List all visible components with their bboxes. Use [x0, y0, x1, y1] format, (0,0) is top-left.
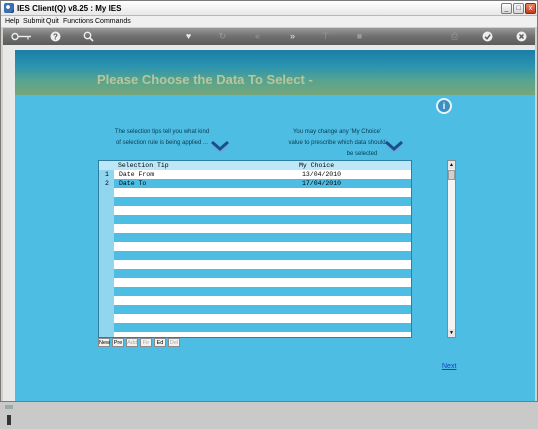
menu-commands[interactable]: Commands [95, 16, 131, 27]
tip-left: The selection tips tell you what kind of… [107, 127, 217, 149]
menu-quit[interactable]: Quit [46, 16, 59, 27]
page-title: Please Choose the Data To Select - [97, 72, 313, 87]
row-number: 1 [105, 171, 109, 178]
help-icon[interactable]: ? [50, 31, 61, 42]
table-row[interactable]: 2 Date To 17/04/2010 [105, 179, 411, 188]
menu-functions[interactable]: Functions [63, 16, 93, 27]
scroll-down-button[interactable]: ▼ [448, 329, 455, 337]
svg-text:?: ? [53, 32, 58, 41]
tip-left-line-1: The selection tips tell you what kind [114, 129, 210, 135]
rewind-icon[interactable]: « [252, 31, 263, 42]
tip-right-line-1: You may change any 'My Choice' [292, 129, 382, 135]
fast-forward-icon[interactable]: » [287, 31, 298, 42]
column-header-selection-tip[interactable]: Selection Tip [118, 161, 169, 170]
tip-right: You may change any 'My Choice' value to … [277, 127, 397, 160]
close-icon[interactable] [516, 31, 527, 42]
header-band: Please Choose the Data To Select - [15, 50, 535, 95]
side-marker [5, 405, 15, 429]
tip-left-line-2: of selection rule is being applied ... [115, 140, 209, 146]
next-link[interactable]: Next [442, 363, 456, 370]
arrow-down-icon [385, 141, 403, 153]
edit-button[interactable]: Ed [154, 338, 166, 347]
menu-bar: Help Submit Quit Functions Commands [1, 16, 537, 27]
selection-tip-cell: Date From [119, 171, 155, 178]
empty-row [114, 197, 411, 206]
menu-help[interactable]: Help [5, 16, 19, 27]
empty-row [114, 269, 411, 278]
maximize-button[interactable]: □ [513, 3, 524, 14]
column-header-my-choice[interactable]: My Choice [299, 161, 334, 170]
heart-icon[interactable]: ♥ [183, 31, 194, 42]
title-bar: IES Client(Q) v8.25 : My IES _ □ x [1, 1, 537, 16]
selection-grid: Selection Tip My Choice 1 Date From 13/0… [98, 160, 412, 338]
key-icon[interactable] [11, 31, 33, 42]
empty-row [114, 287, 411, 296]
app-window: IES Client(Q) v8.25 : My IES _ □ x Help … [0, 0, 538, 425]
app-icon [4, 3, 14, 13]
search-icon[interactable] [83, 31, 94, 42]
arrow-down-icon [211, 141, 229, 153]
info-button[interactable]: i [436, 98, 452, 114]
content-area: Please Choose the Data To Select - i The… [3, 45, 535, 425]
new-button[interactable]: New [98, 338, 110, 347]
stop-icon[interactable]: ■ [354, 31, 365, 42]
empty-row [114, 233, 411, 242]
first-button[interactable]: Fir [140, 338, 152, 347]
empty-row [114, 251, 411, 260]
empty-row [114, 215, 411, 224]
scroll-thumb[interactable] [448, 170, 455, 180]
print-icon[interactable]: ⎙ [449, 31, 460, 42]
delete-button[interactable]: Del [168, 338, 180, 347]
table-row[interactable]: 1 Date From 13/04/2010 [105, 170, 411, 179]
filter-icon[interactable]: ⊤ [320, 31, 331, 42]
add-button[interactable]: Add [126, 338, 138, 347]
row-number: 2 [105, 180, 109, 187]
empty-row [114, 305, 411, 314]
menu-submit[interactable]: Submit [23, 16, 45, 27]
scroll-up-button[interactable]: ▲ [448, 161, 455, 169]
tip-right-line-3: be selected [346, 151, 378, 157]
vertical-scrollbar[interactable]: ▲ ▼ [447, 160, 456, 338]
my-choice-cell[interactable]: 13/04/2010 [302, 170, 341, 179]
ok-icon[interactable] [482, 31, 493, 42]
my-choice-cell[interactable]: 17/04/2010 [302, 179, 341, 188]
tip-right-line-2: value to prescribe which data should [288, 140, 386, 146]
toolbar: ? ♥ ↻ « » ⊤ ■ ⎙ [3, 28, 535, 45]
minimize-button[interactable]: _ [501, 3, 512, 14]
window-title: IES Client(Q) v8.25 : My IES [17, 4, 122, 13]
previous-button[interactable]: Pre [112, 338, 124, 347]
empty-row [114, 323, 411, 332]
grid-header: Selection Tip My Choice [99, 161, 411, 170]
selection-tip-cell: Date To [119, 180, 147, 187]
selection-panel: Please Choose the Data To Select - i The… [15, 50, 535, 401]
refresh-icon[interactable]: ↻ [217, 31, 228, 42]
close-window-button[interactable]: x [525, 3, 536, 14]
